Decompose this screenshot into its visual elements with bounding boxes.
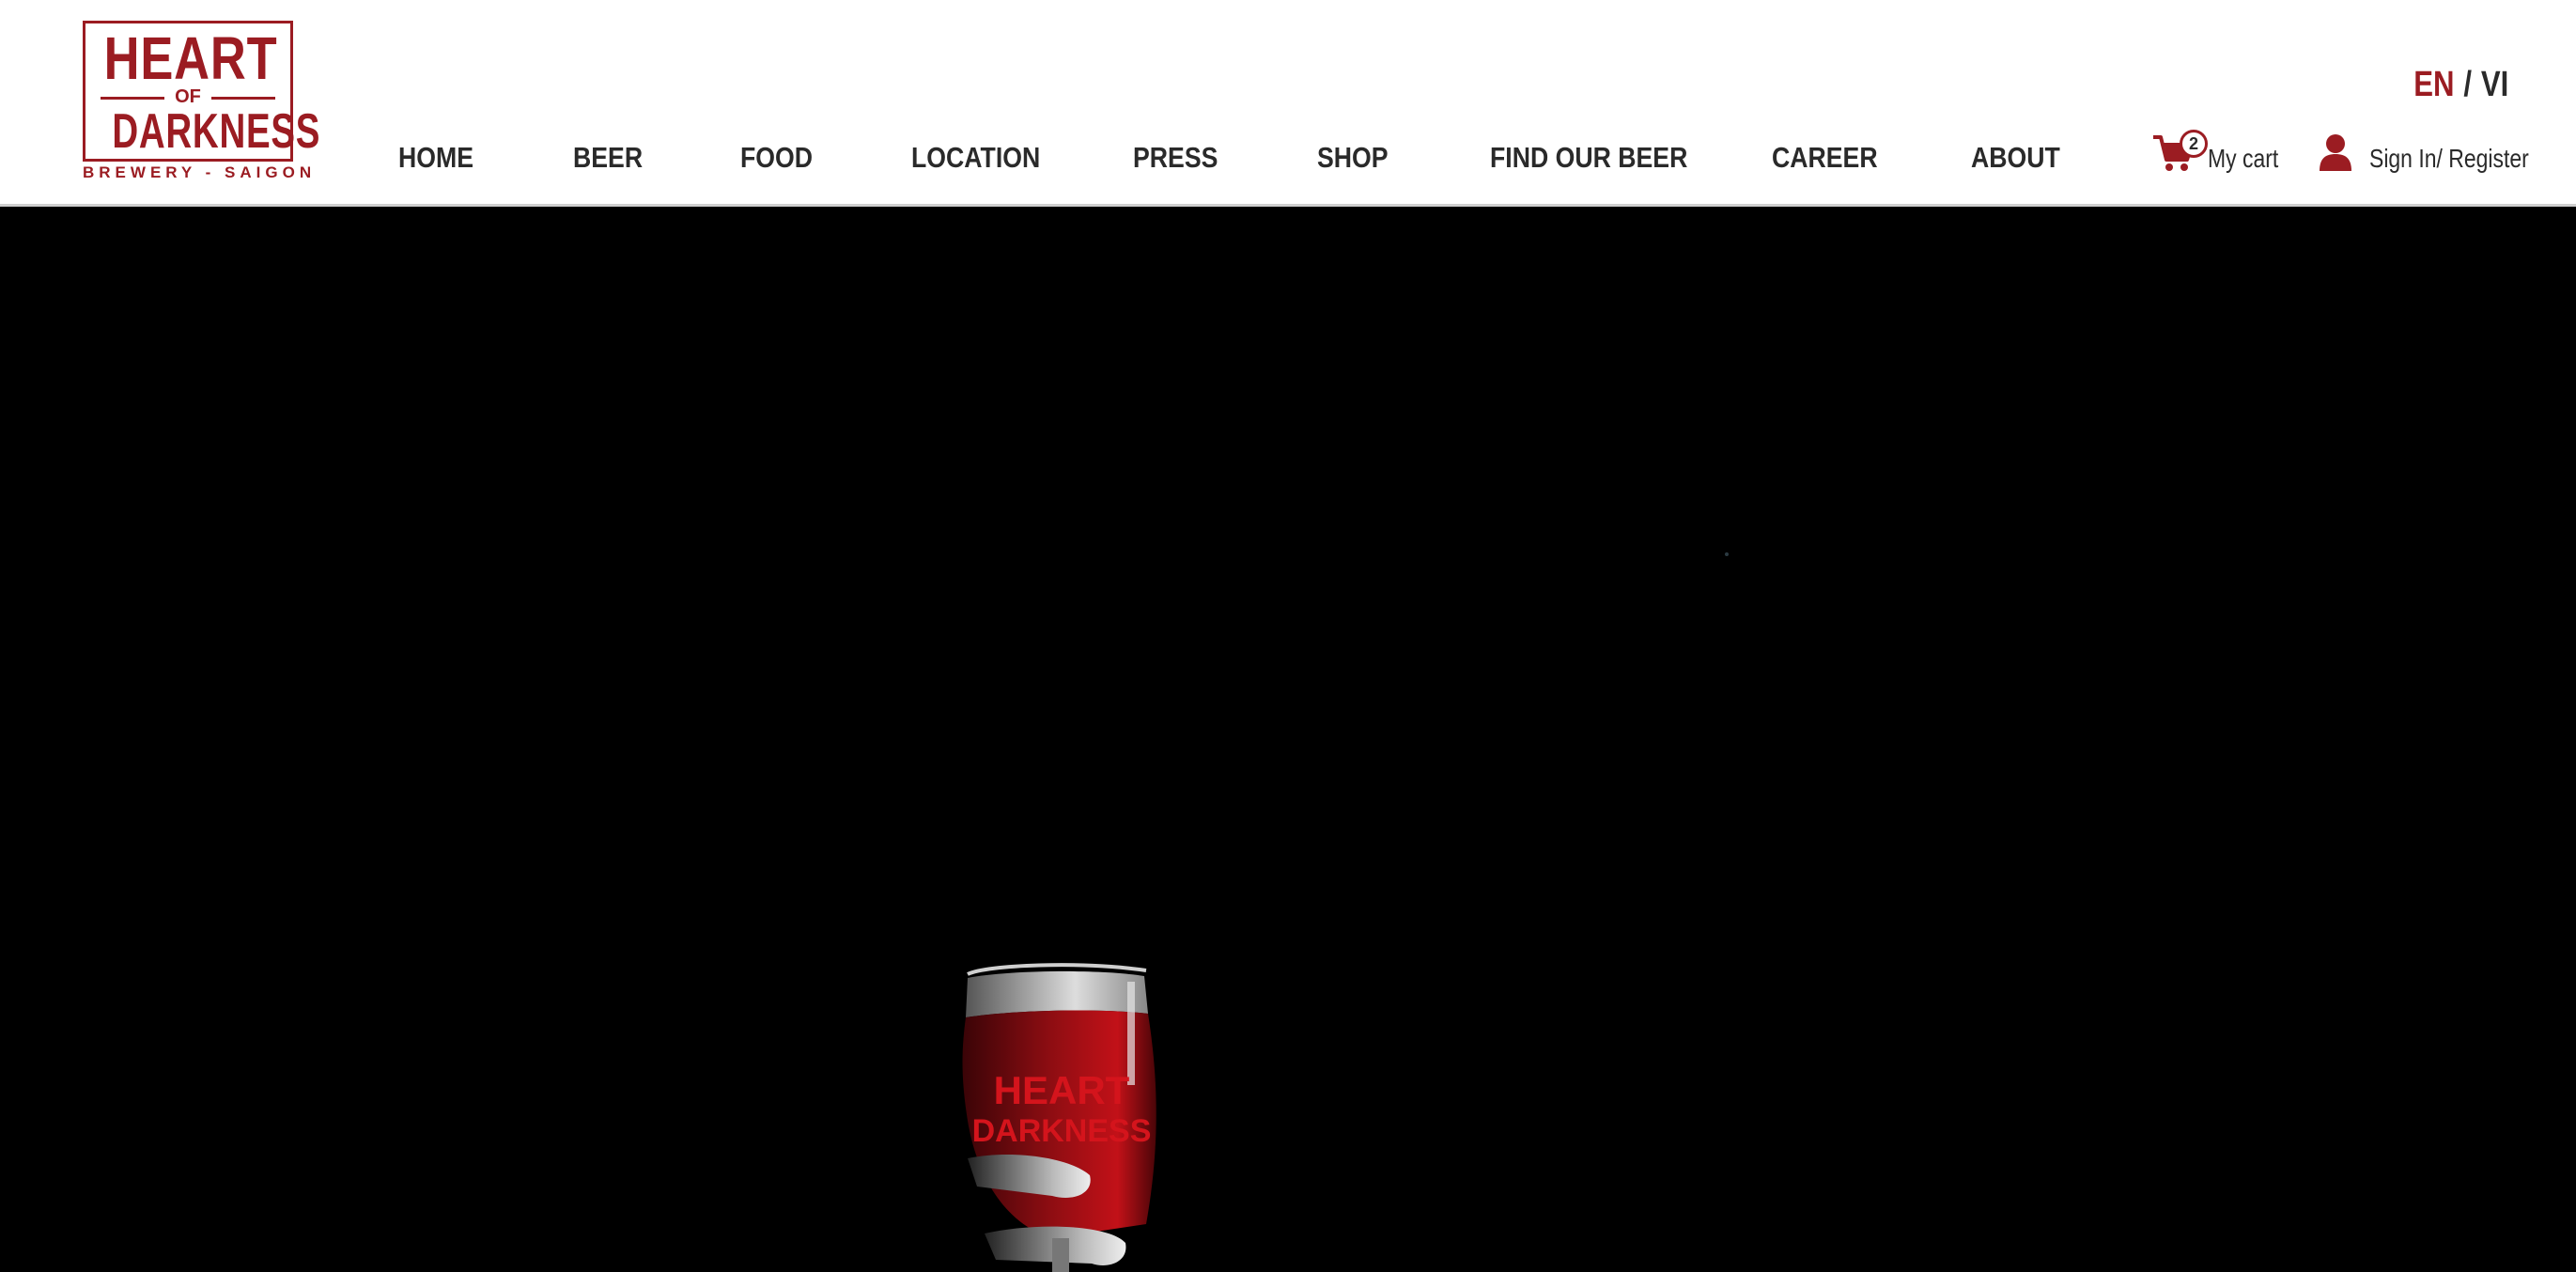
glass-logo-darkness: DARKNESS — [972, 1113, 1152, 1149]
hero-banner: HEART DARKNESS — [0, 209, 2576, 1272]
beer-glass-image: HEART DARKNESS — [962, 963, 1156, 1272]
site-header: HEART OF DARKNESS BREWERY - SAIGON EN / VI… — [0, 0, 2576, 207]
lang-en-link[interactable]: EN — [2413, 65, 2454, 104]
user-icon — [2320, 134, 2351, 171]
account-label: Sign In/ Register — [2369, 144, 2529, 173]
nav-find-our-beer[interactable]: FIND OUR BEER — [1490, 137, 1687, 178]
nav-beer[interactable]: BEER — [573, 137, 643, 178]
nav-career[interactable]: CAREER — [1772, 137, 1878, 178]
lang-vi-link[interactable]: VI — [2481, 65, 2508, 104]
glass-logo-heart: HEART — [994, 1068, 1130, 1112]
cart-count-badge: 2 — [2180, 130, 2208, 158]
hero-speck — [1725, 552, 1729, 556]
nav-home[interactable]: HOME — [398, 137, 473, 178]
nav-about[interactable]: ABOUT — [1971, 137, 2060, 178]
nav-shop[interactable]: SHOP — [1317, 137, 1389, 178]
sign-in-register-link[interactable]: Sign In/ Register — [2319, 132, 2529, 184]
logo-of-text: OF — [85, 87, 290, 106]
lang-separator: / — [2463, 65, 2472, 104]
logo-heart-text: HEART — [103, 24, 278, 92]
nav-food[interactable]: FOOD — [740, 137, 813, 178]
cart-button[interactable]: 2 My cart — [2151, 130, 2278, 186]
nav-press[interactable]: PRESS — [1133, 137, 1218, 178]
language-switcher: EN / VI — [2413, 62, 2508, 107]
nav-location[interactable]: LOCATION — [911, 137, 1040, 178]
cart-label: My cart — [2208, 144, 2279, 173]
